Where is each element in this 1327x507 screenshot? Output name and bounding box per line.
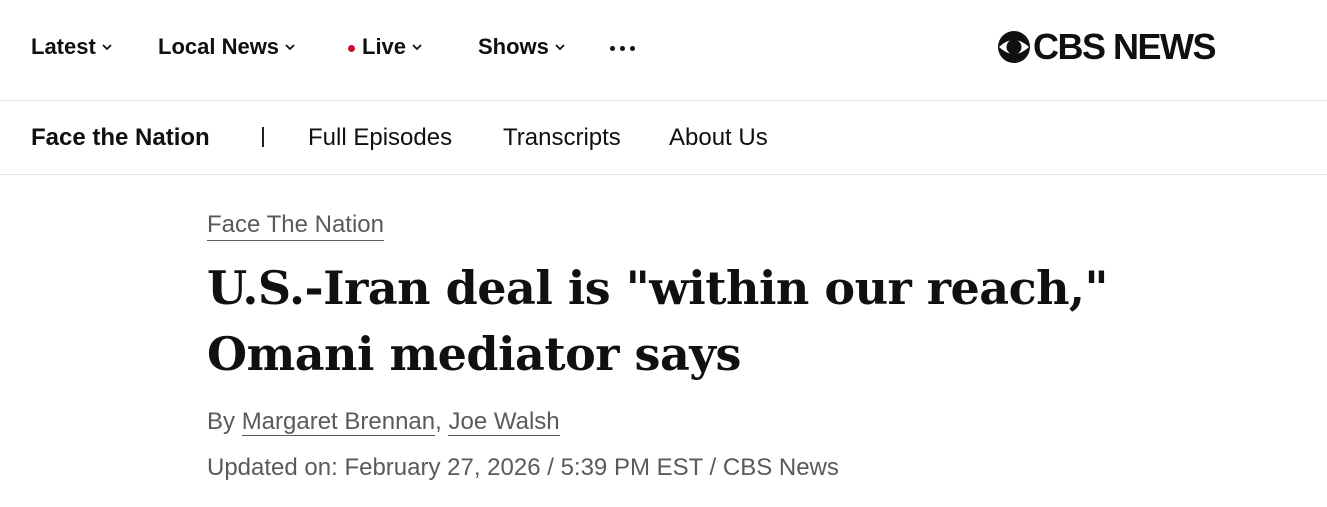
chevron-down-icon bbox=[102, 44, 112, 51]
live-indicator-icon bbox=[348, 44, 355, 52]
author-separator: , bbox=[435, 408, 449, 435]
nav-local-news-label: Local News bbox=[158, 34, 280, 59]
divider bbox=[262, 127, 264, 147]
author-link[interactable]: Margaret Brennan bbox=[241, 408, 436, 436]
section-link-about-us[interactable]: About Us bbox=[669, 123, 768, 153]
nav-latest-label: Latest bbox=[31, 34, 96, 59]
nav-live[interactable]: Live bbox=[348, 32, 423, 62]
article-kicker-link[interactable]: Face The Nation bbox=[207, 210, 384, 241]
chevron-down-icon bbox=[285, 44, 295, 51]
section-navigation: Face the Nation Full Episodes Transcript… bbox=[0, 101, 1327, 175]
nav-live-label: Live bbox=[362, 34, 407, 59]
chevron-down-icon bbox=[555, 44, 565, 51]
cbs-eye-icon bbox=[998, 31, 1030, 63]
article-header: Face The Nation U.S.-Iran deal is "withi… bbox=[207, 210, 1207, 483]
top-navigation: Latest Local News Live Shows CBS NEWS bbox=[0, 0, 1327, 101]
byline-prefix: By bbox=[207, 408, 242, 435]
section-link-transcripts[interactable]: Transcripts bbox=[503, 123, 621, 153]
byline: By Margaret Brennan, Joe Walsh bbox=[207, 407, 1207, 437]
nav-local-news[interactable]: Local News bbox=[158, 32, 296, 62]
chevron-down-icon bbox=[412, 44, 422, 51]
more-horizontal-icon[interactable] bbox=[610, 38, 635, 58]
cbs-news-logo[interactable]: CBS NEWS bbox=[997, 26, 1217, 67]
nav-shows-label: Shows bbox=[478, 34, 549, 59]
nav-latest[interactable]: Latest bbox=[31, 32, 113, 62]
section-link-full-episodes[interactable]: Full Episodes bbox=[308, 123, 452, 153]
section-title-link[interactable]: Face the Nation bbox=[31, 123, 210, 153]
nav-shows[interactable]: Shows bbox=[478, 32, 566, 62]
logo-text: CBS NEWS bbox=[1033, 26, 1217, 67]
article-headline: U.S.-Iran deal is "within our reach," Om… bbox=[207, 261, 1109, 381]
article-timestamp: Updated on: February 27, 2026 / 5:39 PM … bbox=[207, 454, 839, 481]
author-link[interactable]: Joe Walsh bbox=[448, 408, 560, 436]
